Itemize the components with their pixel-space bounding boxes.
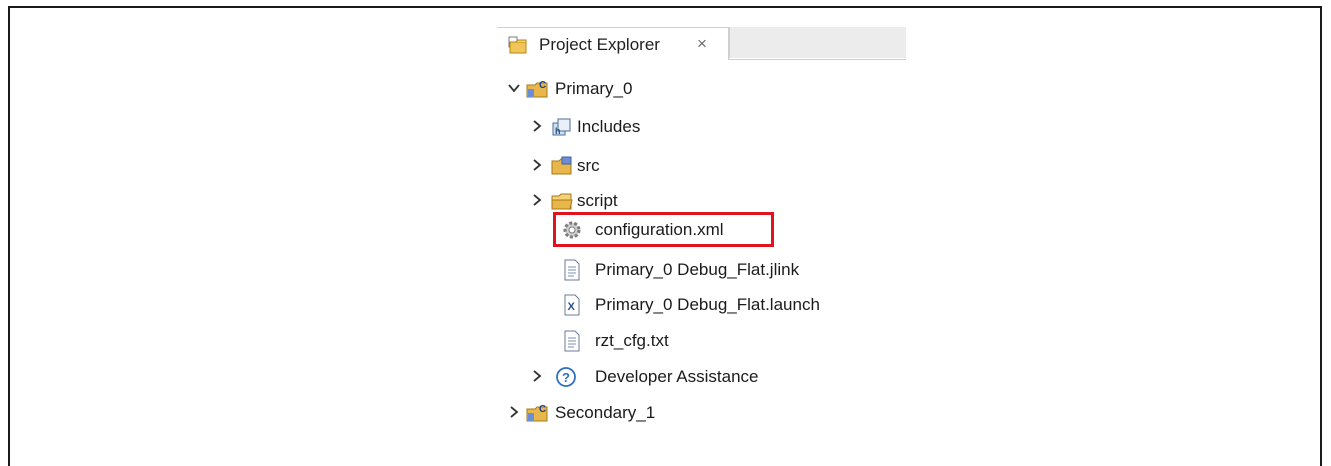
highlight-box [553, 212, 774, 247]
tab-bar-empty-area [729, 27, 906, 58]
svg-text:C: C [539, 404, 546, 415]
c-project-icon: C [526, 404, 548, 422]
close-icon[interactable]: × [697, 34, 707, 54]
tree-item-label: Includes [577, 117, 641, 136]
c-project-icon: C [526, 80, 548, 98]
chevron-right-icon[interactable] [530, 369, 544, 383]
tree-item-developer-assistance[interactable]: ? Developer Assistance [530, 364, 810, 392]
tree-item-label: Primary_0 Debug_Flat.jlink [595, 260, 800, 279]
text-file-icon [564, 330, 580, 352]
help-icon: ? [556, 367, 576, 387]
tab-project-explorer[interactable]: Project Explorer × [497, 27, 729, 60]
tree-item-label: Secondary_1 [555, 403, 656, 422]
tab-label: Project Explorer [539, 35, 660, 54]
tree-item-src[interactable]: src [530, 153, 680, 181]
tree-item-primary-0[interactable]: C Primary_0 [507, 76, 707, 104]
launch-file-icon: X [564, 294, 580, 316]
svg-text:h: h [555, 126, 561, 136]
tree-item-includes[interactable]: h Includes [530, 114, 680, 142]
view-tab-bar: Project Explorer × [497, 19, 906, 60]
includes-icon: h [552, 118, 571, 136]
tree-item-label: Developer Assistance [595, 367, 759, 386]
svg-text:C: C [539, 80, 546, 91]
chevron-right-icon[interactable] [507, 405, 521, 419]
folder-icon [551, 193, 573, 210]
tree-item-label: src [577, 156, 600, 175]
chevron-right-icon[interactable] [530, 119, 544, 133]
chevron-right-icon[interactable] [530, 193, 544, 207]
tree-item-launch-file[interactable]: X Primary_0 Debug_Flat.launch [560, 292, 845, 320]
tree-item-jlink-file[interactable]: Primary_0 Debug_Flat.jlink [560, 257, 830, 285]
chevron-right-icon[interactable] [530, 158, 544, 172]
svg-text:?: ? [562, 370, 570, 385]
text-file-icon [564, 259, 580, 281]
tree-item-secondary-1[interactable]: C Secondary_1 [507, 400, 707, 428]
tree-item-label: rzt_cfg.txt [595, 331, 669, 350]
source-folder-icon [551, 156, 572, 175]
project-explorer-icon [508, 36, 527, 54]
chevron-down-icon[interactable] [507, 81, 521, 95]
tree-item-label: script [577, 191, 618, 210]
tree-item-rzt-cfg[interactable]: rzt_cfg.txt [560, 328, 710, 356]
tree-item-label: Primary_0 Debug_Flat.launch [595, 295, 820, 314]
tree-item-label: Primary_0 [555, 79, 633, 98]
svg-text:X: X [568, 301, 576, 313]
